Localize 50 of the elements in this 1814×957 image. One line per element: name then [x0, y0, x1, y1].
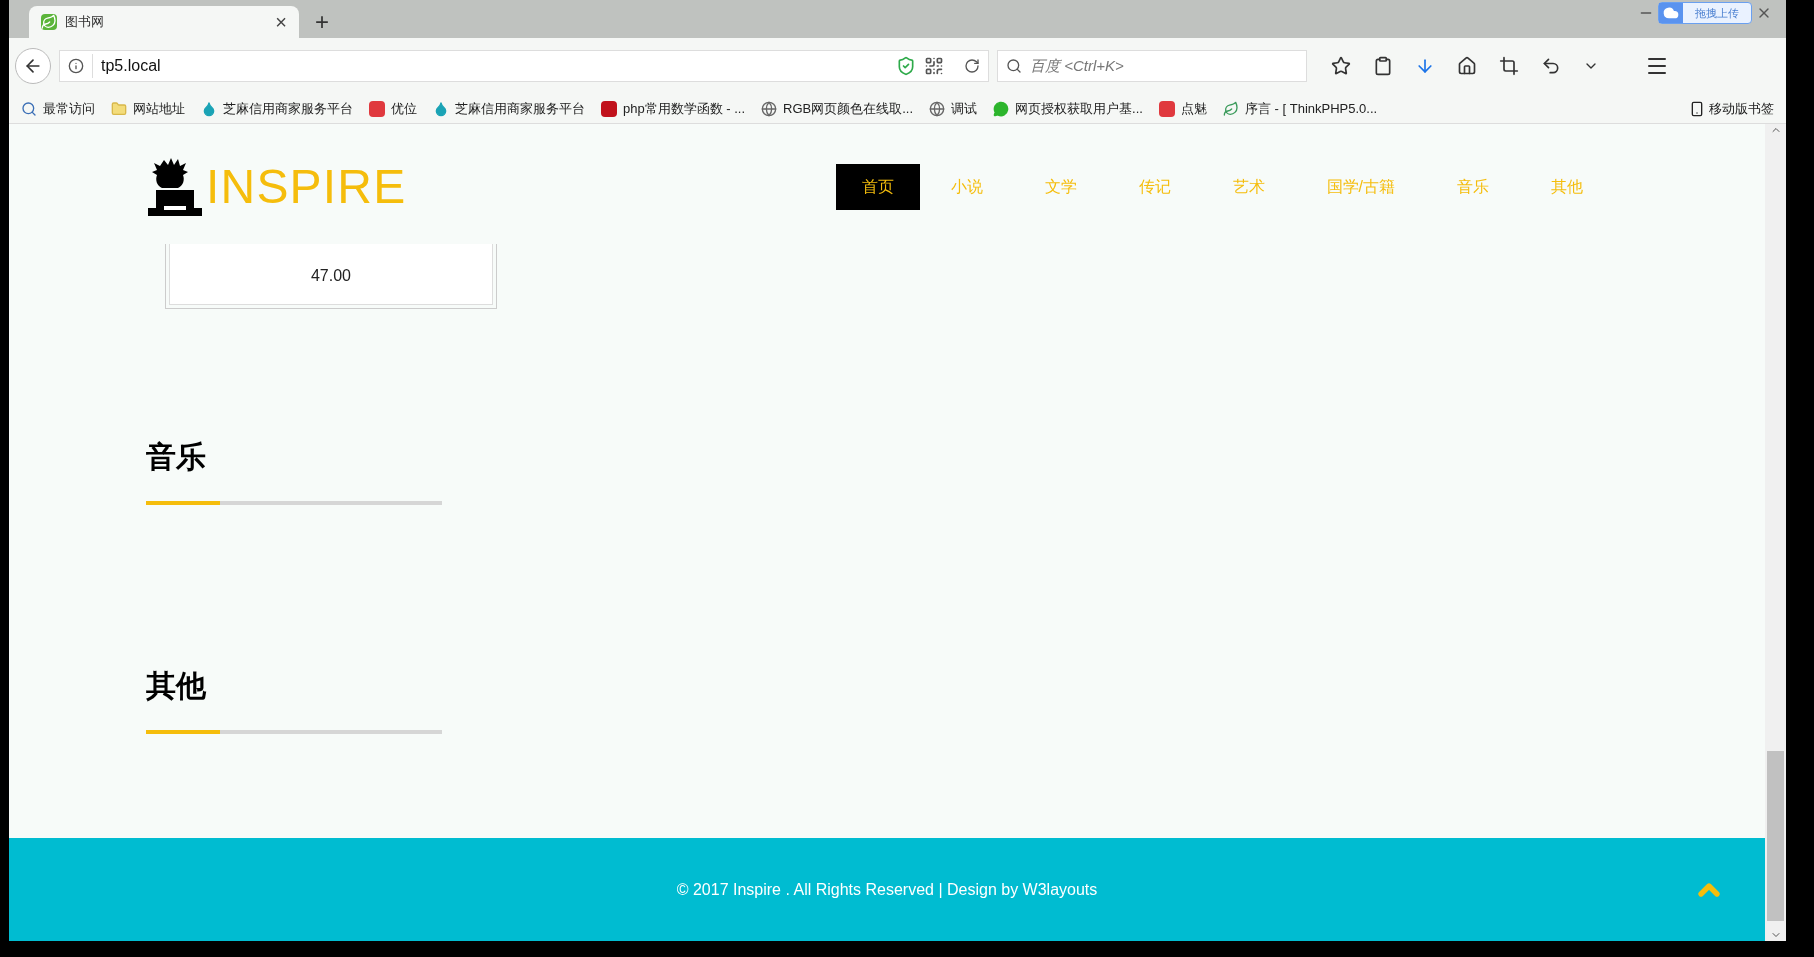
footer-text: © 2017 Inspire . All Rights Reserved | Design by W3layouts: [676, 879, 1098, 900]
info-icon: [68, 58, 84, 74]
bookmark-link[interactable]: 网页授权获取用户基...: [993, 98, 1143, 119]
scrollbar-thumb[interactable]: [1767, 751, 1784, 921]
drop-icon: [433, 100, 449, 117]
phone-icon: [1689, 100, 1705, 117]
section-heading: 音乐: [146, 439, 207, 475]
bookmark-link[interactable]: RGB网页颜色在线取...: [761, 98, 914, 119]
address-bar[interactable]: tp5.local: [59, 50, 989, 82]
globe-icon: [929, 100, 946, 117]
bookmark-link[interactable]: 优位: [369, 98, 417, 119]
bookmark-link[interactable]: 调试: [929, 98, 978, 119]
bookmark-link[interactable]: 最常访问: [21, 98, 95, 119]
site-icon: [41, 14, 57, 30]
bookmark-icon: [369, 100, 385, 117]
leaf-icon: [1222, 100, 1239, 117]
back-button[interactable]: [15, 48, 51, 84]
undo-icon[interactable]: [1541, 56, 1561, 76]
browser-tab[interactable]: 图书网 ×: [29, 6, 299, 38]
bookmark-icon: [1158, 100, 1175, 117]
crop-icon[interactable]: [1499, 56, 1519, 76]
bookmark-link[interactable]: 序言 - [ ThinkPHP5.0...: [1222, 98, 1378, 119]
folder-icon: [111, 100, 127, 117]
bookmark-link[interactable]: 移动版书签: [1689, 98, 1774, 119]
bookmark-link[interactable]: 芝麻信用商家服务平台: [433, 98, 585, 119]
search-field[interactable]: 百度 <Ctrl+K>: [997, 50, 1307, 82]
bookmark-link[interactable]: 点魅: [1158, 98, 1207, 119]
star-icon[interactable]: [1331, 56, 1351, 76]
bookmark-icon: [601, 100, 617, 117]
drop-icon: [201, 100, 217, 117]
nav-link[interactable]: 首页: [835, 163, 920, 210]
bookmark-link[interactable]: 芝麻信用商家服务平台: [201, 98, 353, 119]
home-icon[interactable]: [1457, 56, 1477, 76]
qr-code-icon: [924, 56, 944, 76]
cloud-icon: [1663, 5, 1679, 21]
section-heading: 其他: [146, 668, 207, 704]
search-icon: [1006, 58, 1022, 74]
book-price: 47.00: [310, 266, 351, 286]
bookmark-link[interactable]: php常用数学函数 - ...: [601, 98, 746, 119]
clipboard-icon[interactable]: [1373, 56, 1393, 76]
search-icon: [21, 100, 37, 117]
new-tab-button[interactable]: +: [315, 10, 329, 34]
shield-icon: [896, 56, 916, 76]
tab-title: 图书网: [65, 13, 105, 32]
chat-icon: [993, 100, 1010, 117]
bookmark-link[interactable]: 网站地址: [111, 98, 185, 119]
globe-icon: [761, 100, 778, 117]
close-icon[interactable]: ×: [275, 12, 287, 32]
reload-icon[interactable]: [964, 58, 980, 74]
upload-badge[interactable]: 拖拽上传: [1658, 2, 1752, 24]
